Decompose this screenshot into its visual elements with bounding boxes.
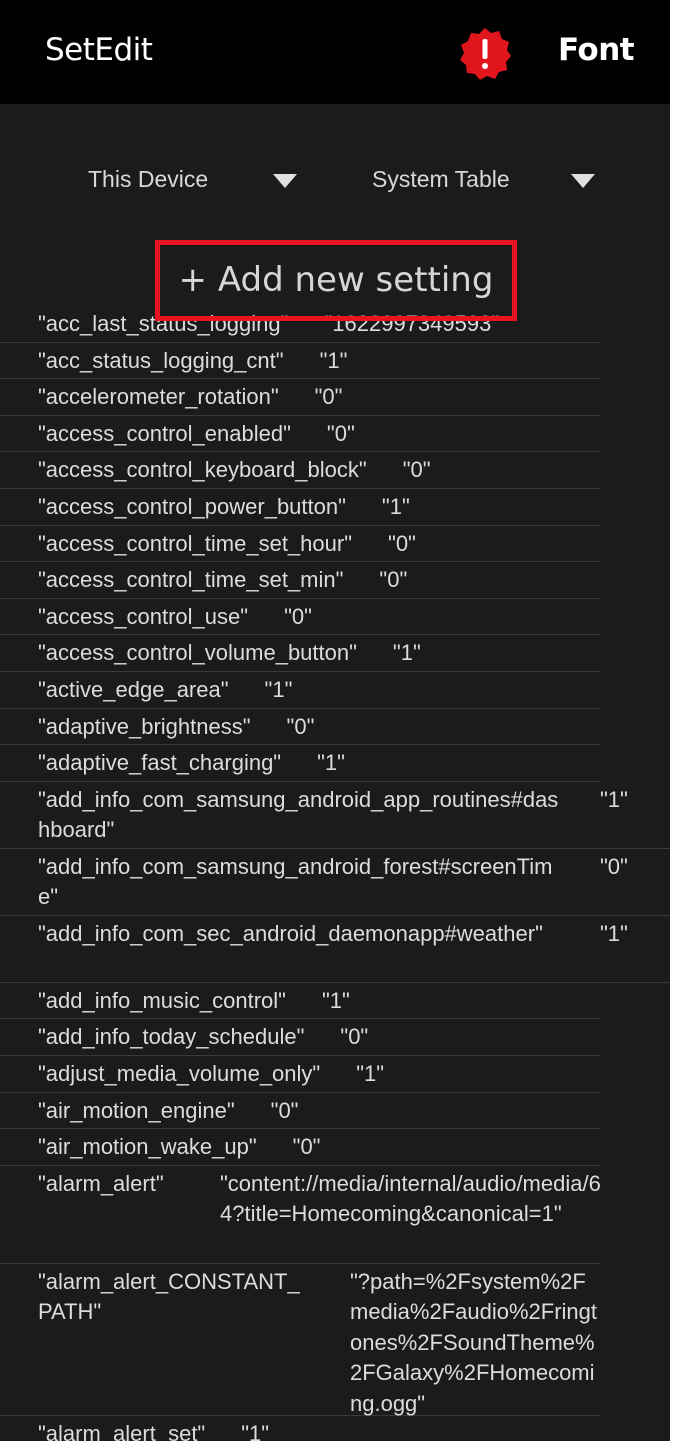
device-dropdown-label: This Device [88,166,209,192]
setting-row[interactable]: "alarm_alert" "content://media/internal/a… [0,1166,601,1264]
setting-name: "air_motion_wake_up" [38,1134,257,1160]
setting-name: "access_control_volume_button" [38,640,357,666]
setting-row[interactable]: "add_info_music_control" "1" [0,983,600,1020]
setting-row[interactable]: "acc_status_logging_cnt" "1" [0,343,600,380]
setting-name: "active_edge_area" [38,676,229,702]
setting-name: "access_control_time_set_min" [38,567,344,593]
setting-value: "1" [319,347,348,373]
setting-row[interactable]: "adaptive_fast_charging" "1" [0,745,600,782]
setting-row[interactable]: "air_motion_engine" "0" [0,1093,600,1130]
font-button[interactable]: Font [558,32,635,68]
setting-row[interactable]: "access_control_time_set_min" "0" [0,562,600,599]
setting-name: "acc_status_logging_cnt" [38,347,284,373]
setting-name: "adaptive_brightness" [38,713,251,739]
setting-name: "add_info_com_samsung_android_forest#scr… [38,853,553,910]
setting-value: "0" [270,1097,299,1123]
setting-row[interactable]: "access_control_use" "0" [0,599,600,636]
setting-value: "0" [286,713,315,739]
setting-row[interactable]: "active_edge_area" "1" [0,672,600,709]
setting-name: "access_control_use" [38,603,249,629]
setting-value: "0" [340,1024,369,1050]
setting-name: "access_control_time_set_hour" [38,530,353,556]
setting-value: "1" [600,920,628,946]
dropdown-arrow-icon [571,174,595,188]
setting-value: "0" [292,1134,321,1160]
setting-value: "0" [314,384,343,410]
app-screen: SetEdit Font This Device System Table "a… [0,0,670,1441]
setting-value: "0" [600,853,628,879]
setting-value: "1" [264,676,293,702]
setting-row[interactable]: "add_info_com_samsung_android_app_routin… [0,782,670,849]
setting-name: "add_info_today_schedule" [38,1024,305,1050]
settings-list: "acc_last_status_logging" "1622997349593"… [0,306,670,1441]
setting-name: "add_info_com_sec_android_daemonapp#weat… [38,920,543,946]
setting-row[interactable]: "add_info_today_schedule" "0" [0,1019,600,1056]
app-title: SetEdit [45,32,153,68]
setting-row[interactable]: "access_control_time_set_hour" "0" [0,526,600,563]
setting-value: "1" [317,750,345,776]
setting-row[interactable]: "air_motion_wake_up" "0" [0,1129,600,1166]
setting-value: "0" [402,457,431,483]
table-dropdown-label: System Table [372,166,510,192]
setting-value: "1" [381,493,410,519]
setting-value: "content://media/internal/audio/media/64… [220,1170,601,1227]
setting-row[interactable]: "adjust_media_volume_only" "1" [0,1056,600,1093]
setting-value: "0" [284,603,312,629]
setting-value: "1" [356,1060,385,1086]
setting-row[interactable]: "alarm_alert_CONSTANT_PATH" "?path=%2Fsys… [0,1264,600,1416]
add-new-setting-button[interactable]: + Add new setting [155,240,517,321]
setting-name: "access_control_enabled" [38,420,291,446]
setting-row[interactable]: "accelerometer_rotation" "0" [0,379,600,416]
setting-name: "add_info_com_samsung_android_app_routin… [38,786,559,843]
setting-name: "adaptive_fast_charging" [38,750,282,776]
setting-row[interactable]: "access_control_keyboard_block" "0" [0,452,600,489]
setting-name: "air_motion_engine" [38,1097,235,1123]
setting-name: "alarm_alert_set" [38,1420,206,1441]
app-bar: SetEdit Font [0,0,670,104]
alert-badge-icon[interactable] [458,27,512,81]
setting-name: "alarm_alert" [38,1170,164,1196]
setting-value: "1" [392,640,421,666]
setting-row[interactable]: "add_info_com_samsung_android_forest#scr… [0,849,670,916]
setting-name: "access_control_keyboard_block" [38,457,367,483]
setting-value: "0" [388,530,416,556]
setting-row[interactable]: "add_info_com_sec_android_daemonapp#weat… [0,916,670,983]
setting-row[interactable]: "access_control_enabled" "0" [0,416,600,453]
setting-value: "0" [379,567,408,593]
setting-value: "?path=%2Fsystem%2Fmedia%2Faudio%2Fringt… [350,1268,598,1416]
setting-row[interactable]: "alarm_alert_set" "1" [0,1416,600,1441]
setting-row[interactable]: "adaptive_brightness" "0" [0,709,600,746]
dropdown-arrow-icon [273,174,297,188]
setting-name: "add_info_music_control" [38,987,286,1013]
setting-name: "adjust_media_volume_only" [38,1060,321,1086]
device-dropdown[interactable]: This Device [88,160,308,204]
setting-name: "alarm_alert_CONSTANT_PATH" [38,1268,300,1325]
setting-value: "1" [600,786,628,812]
setting-name: "access_control_power_button" [38,493,346,519]
setting-value: "1" [241,1420,270,1441]
table-dropdown[interactable]: System Table [372,160,602,204]
setting-value: "1" [321,987,350,1013]
setting-value: "0" [326,420,355,446]
setting-row[interactable]: "access_control_volume_button" "1" [0,635,600,672]
setting-row[interactable]: "access_control_power_button" "1" [0,489,600,526]
setting-name: "accelerometer_rotation" [38,384,279,410]
